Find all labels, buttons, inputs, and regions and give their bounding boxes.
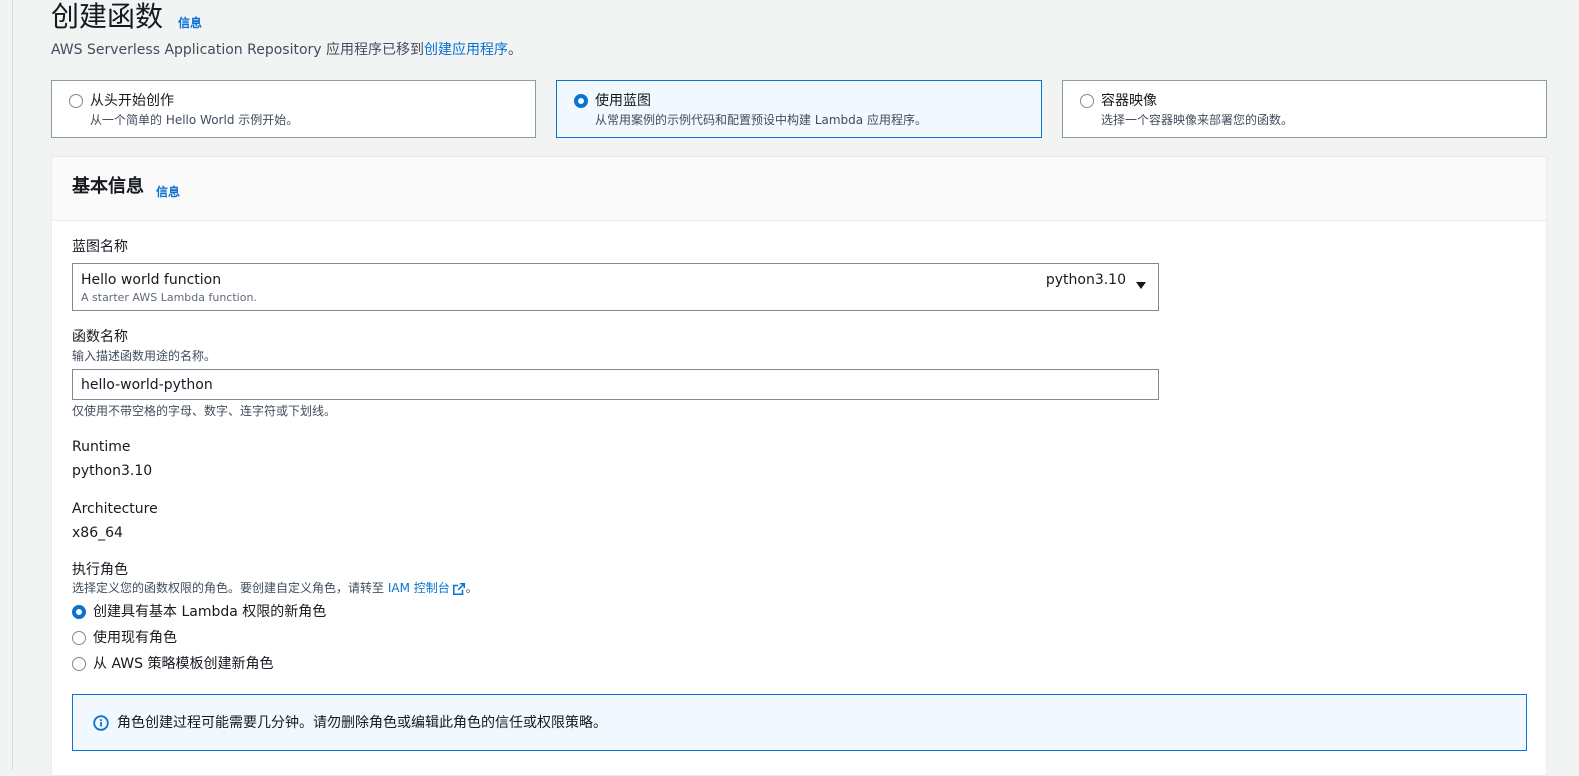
option-card-container-image[interactable]: 容器映像 选择一个容器映像来部署您的函数。 <box>1062 80 1547 138</box>
panel-info-link[interactable]: 信息 <box>156 183 180 200</box>
blueprint-runtime: python3.10 <box>1045 272 1126 288</box>
panel-header: 基本信息 信息 <box>52 157 1546 221</box>
info-alert: 角色创建过程可能需要几分钟。请勿删除角色或编辑此角色的信任或权限策略。 <box>72 694 1527 751</box>
role-option-label: 创建具有基本 Lambda 权限的新角色 <box>93 604 327 620</box>
option-card-use-blueprint[interactable]: 使用蓝图 从常用案例的示例代码和配置预设中构建 Lambda 应用程序。 <box>556 80 1042 138</box>
architecture-label: Architecture <box>72 501 158 517</box>
function-name-desc: 输入描述函数用途的名称。 <box>72 349 217 363</box>
option-desc: 选择一个容器映像来部署您的函数。 <box>1101 113 1294 127</box>
option-desc: 从常用案例的示例代码和配置预设中构建 Lambda 应用程序。 <box>595 113 927 127</box>
radio-from-policy-template[interactable] <box>72 657 86 671</box>
left-navigation-edge <box>0 0 13 770</box>
panel-title: 基本信息 <box>72 176 144 197</box>
runtime-value: python3.10 <box>72 463 153 479</box>
execution-role-label: 执行角色 <box>72 562 128 578</box>
radio-author-from-scratch[interactable] <box>69 94 83 108</box>
blueprint-name: Hello world function <box>81 272 222 288</box>
caret-down-icon <box>1136 282 1146 289</box>
option-title: 从头开始创作 <box>90 93 174 109</box>
radio-use-blueprint[interactable] <box>574 94 588 108</box>
page-title: 创建函数 <box>51 0 164 33</box>
radio-container-image[interactable] <box>1080 94 1094 108</box>
role-desc-end: 。 <box>465 581 478 595</box>
role-option-label: 从 AWS 策略模板创建新角色 <box>93 656 274 672</box>
page-info-link[interactable]: 信息 <box>178 14 202 31</box>
option-desc: 从一个简单的 Hello World 示例开始。 <box>90 113 299 127</box>
function-name-label: 函数名称 <box>72 329 128 345</box>
function-name-hint: 仅使用不带空格的字母、数字、连字符或下划线。 <box>72 404 337 418</box>
subtitle-end: 。 <box>508 42 523 58</box>
option-title: 容器映像 <box>1101 93 1157 109</box>
role-option-label: 使用现有角色 <box>93 630 177 646</box>
role-desc-text: 选择定义您的函数权限的角色。要创建自定义角色，请转至 <box>72 581 388 595</box>
iam-console-link[interactable]: IAM 控制台 <box>388 581 450 595</box>
option-title: 使用蓝图 <box>595 93 651 109</box>
runtime-label: Runtime <box>72 439 131 455</box>
blueprint-select[interactable]: Hello world function A starter AWS Lambd… <box>72 263 1159 311</box>
radio-create-new-role[interactable] <box>72 605 86 619</box>
alert-text: 角色创建过程可能需要几分钟。请勿删除角色或编辑此角色的信任或权限策略。 <box>117 715 607 731</box>
subtitle-text: AWS Serverless Application Repository 应用… <box>51 42 425 58</box>
basic-info-panel: 基本信息 信息 蓝图名称 Hello world function A star… <box>51 156 1547 776</box>
function-name-input[interactable] <box>72 369 1159 400</box>
info-circle-icon <box>93 715 109 731</box>
radio-use-existing-role[interactable] <box>72 631 86 645</box>
blueprint-label: 蓝图名称 <box>72 239 128 255</box>
external-link-icon[interactable] <box>452 582 466 596</box>
blueprint-desc: A starter AWS Lambda function. <box>81 291 257 304</box>
architecture-value: x86_64 <box>72 525 123 541</box>
create-application-link[interactable]: 创建应用程序 <box>424 42 508 58</box>
option-card-author-from-scratch[interactable]: 从头开始创作 从一个简单的 Hello World 示例开始。 <box>51 80 536 138</box>
execution-role-desc: 选择定义您的函数权限的角色。要创建自定义角色，请转至 IAM 控制台 。 <box>72 580 478 596</box>
page-subtitle: AWS Serverless Application Repository 应用… <box>51 40 522 60</box>
